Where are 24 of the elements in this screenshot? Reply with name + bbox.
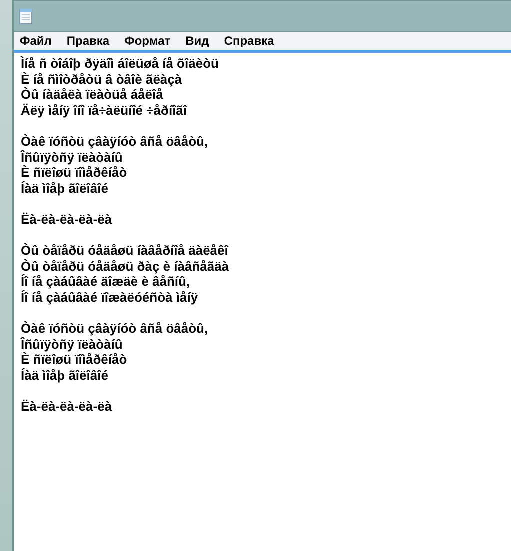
text-line: Òû íàäåëà ïëàòüå áåëîå: [21, 87, 164, 103]
text-line: Òàê ïóñòü çâàÿíóò âñå öâåòû,: [21, 321, 210, 337]
text-line: Ëà-ëà-ëà-ëà-ëà: [21, 399, 114, 415]
text-line: Îñûïÿòñÿ ïëàòàíû: [21, 150, 124, 166]
text-line: Ìíå ñ òîáîþ ðÿäîì áîëüøå íå õîäèòü: [21, 56, 220, 72]
text-line: Íî íå çàáûâàé ïîæàëóéñòà ìåíÿ: [21, 290, 200, 306]
text-line: Íî íå çàáûâàé äîæäè è âåñíû,: [21, 274, 192, 290]
menu-item[interactable]: Формат: [124, 34, 171, 48]
text-line: Íàä ìîåþ ãîëîâîé: [21, 368, 110, 384]
menu-item[interactable]: Вид: [186, 34, 210, 48]
text-line: Òû òåïåðü óåäåøü ðàç è íàâñåãäà: [21, 258, 230, 274]
menu-item[interactable]: Файл: [20, 34, 52, 48]
menu-item[interactable]: Справка: [224, 34, 274, 48]
menu-item[interactable]: Правка: [66, 34, 110, 48]
text-line: È ñïëîøü ïîìåðêíåò: [21, 165, 128, 181]
text-line: È íå ñìîòðåòü â òâîè ãëàçà: [21, 72, 184, 88]
text-line: È ñïëîøü ïîìåðêíåò: [21, 352, 128, 368]
text-line: Îñûïÿòñÿ ïëàòàíû: [21, 336, 124, 352]
text-line: Íàä ìîåþ ãîëîâîé: [21, 180, 110, 196]
notepad-icon: [19, 8, 33, 24]
text-line: Äëÿ ìåíÿ îíî ïå÷àëüíîé ÷åðíîãî: [21, 102, 188, 118]
text-line: Òàê ïóñòü çâàÿíóò âñå öâåòû,: [21, 134, 210, 150]
text-line: Òû òåïåðü óåäåøü íàâåðíîå äàëåêî: [21, 243, 230, 259]
text-line: Ëà-ëà-ëà-ëà-ëà: [21, 212, 114, 228]
